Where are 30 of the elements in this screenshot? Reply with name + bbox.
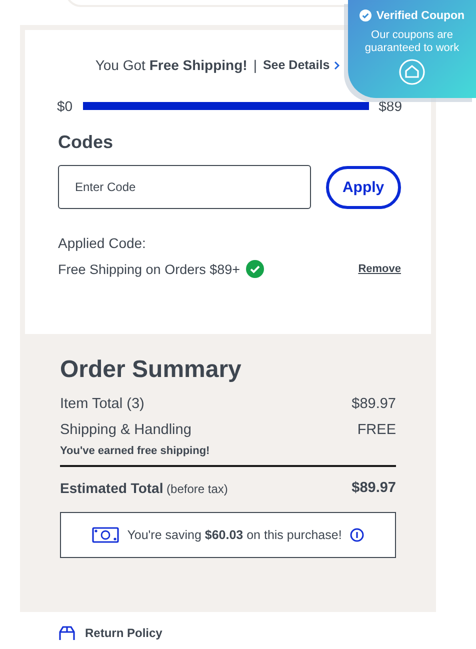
box-icon xyxy=(58,626,76,640)
summary-label: Shipping & Handling xyxy=(60,422,192,438)
codes-heading: Codes xyxy=(58,132,114,153)
home-icon xyxy=(399,59,425,86)
see-details-link[interactable]: See Details xyxy=(262,58,330,72)
applied-code-label: Applied Code: xyxy=(58,235,147,251)
free-shipping-message: You Got Free Shipping! xyxy=(95,57,248,73)
money-icon xyxy=(92,526,120,544)
savings-message: You're saving $60.03 on this purchase! xyxy=(127,528,342,542)
info-icon[interactable] xyxy=(350,528,364,542)
code-input-field[interactable]: Enter Code xyxy=(58,165,311,209)
progress-end: $89 xyxy=(378,98,402,114)
summary-label: Item Total (3) xyxy=(60,396,144,412)
verified-check-icon xyxy=(359,9,372,22)
free-shipping-note: You've earned free shipping! xyxy=(60,445,211,457)
progress-start: $0 xyxy=(57,98,73,114)
verified-coupon-title: Verified Coupon xyxy=(376,10,465,22)
summary-value: $89.97 xyxy=(352,396,396,412)
remove-link[interactable]: Remove xyxy=(358,263,401,275)
check-icon xyxy=(246,260,264,278)
chevron-icon xyxy=(334,60,340,70)
applied-code: Free Shipping on Orders $89+ xyxy=(58,262,240,276)
apply-button[interactable]: Apply xyxy=(326,166,401,208)
order-summary-heading: Order Summary xyxy=(60,356,242,384)
return-policy-link[interactable]: Return Policy xyxy=(85,626,162,640)
separator: | xyxy=(253,57,257,73)
estimated-total-value: $89.97 xyxy=(352,480,396,496)
verified-coupon-text: Our coupons are guaranteed to work xyxy=(364,29,460,56)
estimated-total-label: Estimated Total (before tax) xyxy=(60,480,228,496)
summary-value: FREE xyxy=(357,422,396,438)
